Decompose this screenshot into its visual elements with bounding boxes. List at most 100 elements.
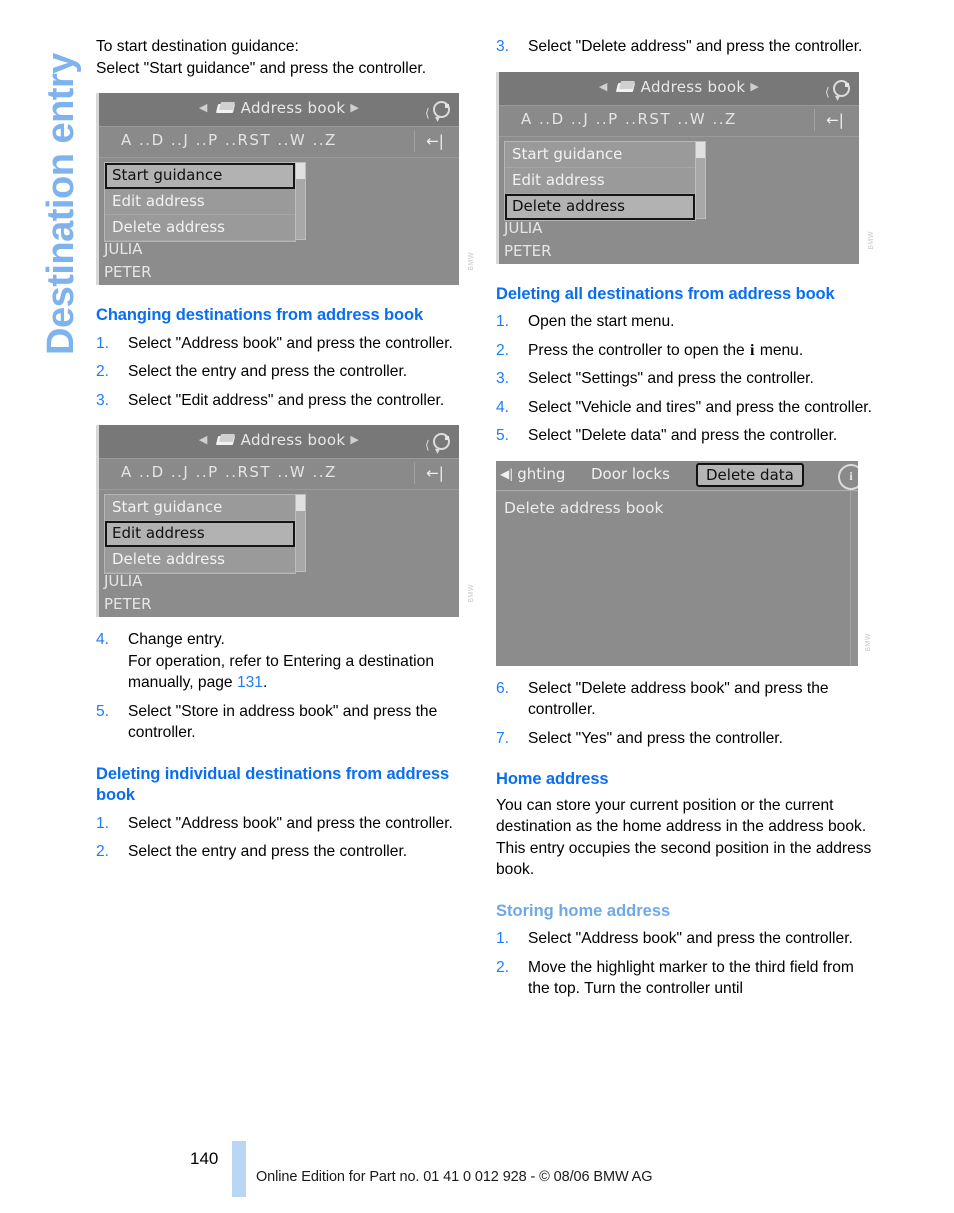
- figure3-menu-item-0: Start guidance: [505, 142, 695, 168]
- steps-deleting-individual: 1. Select "Address book" and press the co…: [96, 813, 474, 863]
- back-arrow-icon: ←|: [414, 462, 455, 484]
- heading-changing-destinations: Changing destinations from address book: [96, 306, 424, 324]
- figure2-alpha-bar: A ..D ..J ..P ..RST ..W ..Z ←|: [99, 459, 459, 490]
- subheading-storing-home-address: Storing home address: [496, 901, 671, 920]
- list-item: 1. Select "Address book" and press the co…: [96, 333, 474, 355]
- list-item: 1. Open the start menu.: [496, 311, 874, 333]
- figure4-tab-door-locks: Door locks: [591, 464, 670, 483]
- step-number: 2.: [496, 341, 510, 359]
- next-arrow-icon: ▶: [350, 101, 360, 114]
- step-number: 1.: [496, 313, 510, 330]
- step-text: Select "Address book" and press the cont…: [128, 334, 453, 352]
- left-column: To start destination guidance: Select "S…: [96, 36, 477, 863]
- list-item: 2. Press the controller to open the i me…: [496, 340, 874, 362]
- figure1-watermark: BMW: [468, 252, 475, 271]
- figure4-tab-left-label: ghting: [517, 464, 566, 483]
- figure2-list: Start guidance Edit address Delete addre…: [99, 490, 459, 616]
- figure3-title-row: ◀ Address book ▶: [499, 78, 859, 96]
- figure2-watermark: BMW: [468, 584, 475, 603]
- step-number: 2.: [96, 363, 110, 380]
- address-book-icon: [217, 434, 236, 446]
- figure1-menu-item-2: Delete address: [105, 215, 295, 241]
- figure-address-book-edit-address: ◀ Address book ▶ ⟨ ▾ A ..D ..J ..P ..RST…: [96, 425, 477, 617]
- figure4-scroll-rail: [850, 490, 858, 666]
- figure3-alpha-text: A ..D ..J ..P ..RST ..W ..Z: [521, 109, 737, 128]
- step-number: 1.: [496, 930, 510, 947]
- step-text-c: .: [262, 674, 268, 691]
- step-text: Select "Yes" and press the controller.: [528, 729, 783, 747]
- figure3-entry-0: JULIA: [504, 218, 543, 237]
- figure1-title-row: ◀ Address book ▶: [99, 99, 459, 117]
- page-reference-link[interactable]: 131: [237, 674, 263, 691]
- step-number: 5.: [496, 427, 510, 444]
- step-text: Select "Store in address book" and press…: [128, 702, 438, 742]
- figure3-menu-item-2: Delete address: [505, 193, 695, 220]
- figure1-menu-item-0: Start guidance: [105, 163, 295, 189]
- steps-delete-address: 3. Select "Delete address" and press the …: [496, 36, 874, 58]
- step-text: Select "Delete address" and press the co…: [528, 38, 863, 55]
- prev-arrow-icon: ◀: [198, 101, 208, 114]
- figure3-menu-item-1: Edit address: [505, 168, 695, 194]
- address-book-icon: [217, 102, 236, 114]
- figure1-entry-0: JULIA: [104, 240, 143, 258]
- figure-settings-delete-data: ◀| ghting Door locks Delete data i Delete…: [496, 460, 874, 666]
- list-item: 5. Select "Store in address book" and pre…: [96, 701, 474, 744]
- step-text: Select "Edit address" and press the cont…: [128, 391, 445, 409]
- step-number: 6.: [496, 679, 510, 697]
- compass-icon: ⟨ ▾: [425, 98, 451, 125]
- figure3-list: Start guidance Edit address Delete addre…: [499, 137, 859, 263]
- figure3-title: Address book: [640, 77, 746, 96]
- intro-line-1: To start destination guidance:: [96, 38, 299, 55]
- figure3-watermark: BMW: [868, 230, 875, 250]
- step-number: 3.: [496, 370, 510, 387]
- list-item: 1. Select "Address book" and press the co…: [496, 928, 874, 950]
- step-text-b: menu.: [755, 341, 804, 359]
- next-arrow-icon: ▶: [750, 79, 760, 93]
- page-footer: 140 Online Edition for Part no. 01 41 0 …: [0, 1141, 954, 1213]
- figure1-side-strip: BMW: [459, 93, 477, 285]
- list-item: 7. Select "Yes" and press the controller.: [496, 728, 874, 750]
- step-text-a: Change entry.: [128, 631, 225, 648]
- list-item: 1. Select "Address book" and press the co…: [96, 813, 474, 835]
- step-text: Select "Vehicle and tires" and press the…: [528, 398, 872, 416]
- footer-accent-bar: [232, 1141, 246, 1197]
- figure4-tab-left: ◀| ghting: [500, 465, 565, 483]
- step-number: 4.: [96, 631, 110, 648]
- figure1-alpha-text: A ..D ..J ..P ..RST ..W ..Z: [121, 131, 337, 149]
- list-item: 3. Select "Settings" and press the contro…: [496, 368, 874, 390]
- figure4-list-item-delete-address-book: Delete address book: [504, 498, 664, 517]
- figure3-popup-menu: Start guidance Edit address Delete addre…: [504, 140, 696, 221]
- figure4-tabbar: ◀| ghting Door locks Delete data i: [496, 460, 874, 491]
- figure1-entry-1: PETER: [104, 263, 152, 281]
- back-arrow-icon: ←|: [414, 130, 455, 152]
- figure2-alpha-text: A ..D ..J ..P ..RST ..W ..Z: [121, 463, 337, 481]
- list-item: 2. Select the entry and press the control…: [96, 361, 474, 383]
- figure4-side-strip: BMW: [858, 460, 874, 666]
- step-text: Select "Settings" and press the controll…: [528, 370, 814, 387]
- list-item: 4. Select "Vehicle and tires" and press t…: [496, 397, 874, 419]
- figure3-titlebar: ◀ Address book ▶ ⟨ ▾: [499, 71, 859, 106]
- figure2-side-strip: BMW: [459, 425, 477, 617]
- step-text: Move the highlight marker to the third f…: [528, 958, 854, 998]
- list-item: 4. Change entry. For operation, refer to…: [96, 629, 474, 694]
- figure2-titlebar: ◀ Address book ▶ ⟨ ▾: [99, 425, 459, 459]
- heading-deleting-individual-destinations: Deleting individual destinations from ad…: [96, 764, 450, 805]
- figure2-entry-1: PETER: [104, 595, 152, 613]
- figure2-menu-item-1: Edit address: [105, 521, 295, 547]
- list-item: 3. Select "Delete address" and press the …: [496, 36, 874, 58]
- home-address-paragraph: You can store your current position or t…: [496, 796, 872, 879]
- step-text: Select the entry and press the controlle…: [128, 363, 408, 380]
- intro-line-2: Select "Start guidance" and press the co…: [96, 59, 427, 77]
- step-number: 1.: [96, 334, 110, 352]
- prev-arrow-icon: ◀: [598, 79, 608, 93]
- figure2-title-row: ◀ Address book ▶: [99, 431, 459, 449]
- list-item: 2. Select the entry and press the control…: [96, 841, 474, 863]
- back-arrow-icon: ←|: [814, 108, 855, 131]
- page-number: 140: [190, 1149, 219, 1168]
- figure2-entry-0: JULIA: [104, 572, 143, 590]
- scroll-left-icon: ◀|: [500, 466, 514, 481]
- step-text: Select "Address book" and press the cont…: [528, 930, 853, 947]
- step-number: 2.: [96, 843, 110, 860]
- figure3-alpha-bar: A ..D ..J ..P ..RST ..W ..Z ←|: [499, 105, 859, 137]
- steps-change-entry: 4. Change entry. For operation, refer to…: [96, 629, 474, 744]
